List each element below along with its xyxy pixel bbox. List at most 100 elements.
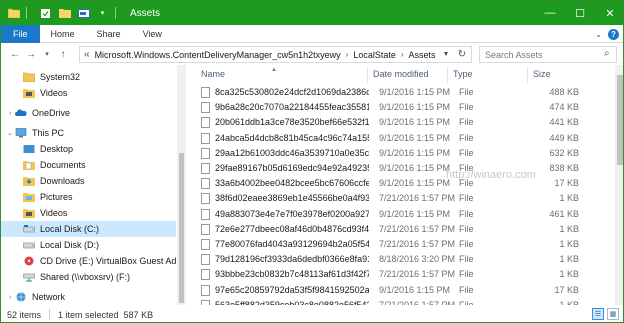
close-button[interactable]: ✕ xyxy=(595,1,623,25)
column-divider[interactable] xyxy=(367,67,368,83)
file-row[interactable]: 29fae89167b05d6169edc94e92a49235333... 9/… xyxy=(197,161,605,176)
file-date-modified: 9/1/2016 1:15 PM xyxy=(379,132,451,143)
file-name: 33a6b4002bee0482bcee5bc67606ccfe111... xyxy=(215,178,369,189)
file-date-modified: 9/1/2016 1:15 PM xyxy=(379,284,451,295)
rename-icon[interactable] xyxy=(77,7,90,20)
nav-item-network[interactable]: › Network xyxy=(1,289,176,305)
file-row[interactable]: 49a883073e4e7e7f0e3978ef0200a927a957... 9… xyxy=(197,207,605,222)
file-row[interactable]: 29aa12b61003ddc46a3539710a0e35c5737... 9/… xyxy=(197,146,605,161)
address-dropdown-icon[interactable]: ▼ xyxy=(439,47,453,62)
tab-view[interactable]: View xyxy=(132,25,173,43)
recent-locations-icon[interactable]: ▾ xyxy=(39,45,55,63)
file-row[interactable]: 97e65c20859792da53f5f9841592502afa285...… xyxy=(197,283,605,298)
chevron-right-icon[interactable]: › xyxy=(346,50,349,59)
network-drive-icon xyxy=(23,272,35,283)
file-row[interactable]: 79d128196cf3933da6dedbf0366e8fa91f34... 8… xyxy=(197,252,605,267)
column-header-date[interactable]: Date modified xyxy=(373,69,429,83)
column-header-size[interactable]: Size xyxy=(533,69,551,83)
window-title: Assets xyxy=(130,7,161,19)
breadcrumb-localstate[interactable]: LocalState xyxy=(353,50,396,60)
nav-item-local-disk-d[interactable]: Local Disk (D:) xyxy=(1,237,176,253)
column-divider[interactable] xyxy=(527,67,528,83)
column-header-type[interactable]: Type xyxy=(453,69,473,83)
large-icons-view-icon[interactable]: ▦ xyxy=(607,308,619,320)
file-row[interactable]: 8ca325c530802e24dcf2d1069da2386cf01a... 9… xyxy=(197,85,605,100)
forward-icon[interactable]: → xyxy=(23,45,39,63)
title-separator xyxy=(115,7,116,19)
file-list: Name ▲ Date modified Type Size 8ca325c53… xyxy=(191,65,623,305)
tab-home[interactable]: Home xyxy=(40,25,86,43)
file-date-modified: 9/1/2016 1:15 PM xyxy=(379,117,451,128)
nav-scrollbar[interactable] xyxy=(177,65,186,305)
tab-share[interactable]: Share xyxy=(86,25,132,43)
search-icon[interactable]: ⌕ xyxy=(604,48,610,59)
file-row[interactable]: 93bbbe23cb0832b7c48113af61d3f42f77fc... 7… xyxy=(197,267,605,282)
tab-file[interactable]: File xyxy=(1,24,40,43)
file-type: File xyxy=(459,163,474,173)
maximize-button[interactable]: ☐ xyxy=(565,1,595,25)
file-date-modified: 7/21/2016 1:57 PM xyxy=(379,193,456,204)
status-separator xyxy=(49,309,51,320)
nav-item-downloads[interactable]: Downloads xyxy=(1,173,176,189)
file-row[interactable]: 24abca5d4dcb8c81b45ca4c96c74a155384... 9/… xyxy=(197,131,605,146)
file-row[interactable]: 72e6e277dbeec08af46d0b4876cd93f46836... 7… xyxy=(197,222,605,237)
title-bar: ▾ Assets — ☐ ✕ xyxy=(1,1,623,25)
file-size: 1 KB xyxy=(559,193,579,204)
file-row[interactable]: 77e80076fad4043a93129694b2a05f543574... 7… xyxy=(197,237,605,252)
file-size: 1 KB xyxy=(559,254,579,265)
breadcrumb-assets[interactable]: Assets xyxy=(409,50,436,60)
file-type: File xyxy=(459,178,474,189)
chevron-right-icon[interactable]: › xyxy=(401,50,404,59)
search-input[interactable]: Search Assets xyxy=(479,46,617,63)
file-list-scrollbar[interactable] xyxy=(615,65,623,305)
help-icon[interactable]: ? xyxy=(608,28,619,40)
nav-item-documents[interactable]: Documents xyxy=(1,157,176,173)
nav-scrollbar-thumb[interactable] xyxy=(179,153,184,303)
folder-app-icon[interactable] xyxy=(7,7,20,20)
column-divider[interactable] xyxy=(447,67,448,83)
file-date-modified: 9/1/2016 1:15 PM xyxy=(379,102,451,113)
nav-item-shared-f[interactable]: Shared (\\vboxsrv) (F:) xyxy=(1,269,176,285)
nav-item-cd-drive-e[interactable]: CD Drive (E:) VirtualBox Guest Additions xyxy=(1,253,176,269)
up-icon[interactable]: ↑ xyxy=(55,45,71,63)
nav-item-videos-quick[interactable]: Videos xyxy=(1,85,176,101)
nav-item-onedrive[interactable]: › OneDrive xyxy=(1,105,176,121)
customize-qa-icon[interactable]: ▾ xyxy=(96,7,109,20)
navigation-pane: System32 Videos › OneDrive ⌄ This PC Des… xyxy=(1,65,186,305)
file-row[interactable]: 9b6a28c20c7070a22184455feac35581863e... 9… xyxy=(197,100,605,115)
file-size: 632 KB xyxy=(549,147,579,158)
properties-icon[interactable] xyxy=(39,7,52,20)
chevron-right-icon[interactable]: › xyxy=(5,294,15,301)
file-size: 474 KB xyxy=(549,102,579,113)
file-row[interactable]: 563e5ff882d359ceb03c8e0882e56f542905...7… xyxy=(197,298,605,305)
file-list-scrollbar-thumb[interactable] xyxy=(617,75,623,165)
refresh-icon[interactable]: ↻ xyxy=(455,47,469,62)
file-name: 29aa12b61003ddc46a3539710a0e35c5737... xyxy=(215,147,369,158)
minimize-button[interactable]: — xyxy=(535,1,565,25)
expand-ribbon-icon[interactable]: ⌄ xyxy=(595,30,602,39)
details-view-icon[interactable]: ☰ xyxy=(592,308,604,320)
nav-item-pictures[interactable]: Pictures xyxy=(1,189,176,205)
file-name: 49a883073e4e7e7f0e3978ef0200a927a957... xyxy=(215,208,369,219)
overflow-chevron[interactable]: « xyxy=(84,49,90,60)
file-date-modified: 7/21/2016 1:57 PM xyxy=(379,269,456,280)
column-header-name[interactable]: Name ▲ xyxy=(201,67,277,83)
explorer-window: ▾ Assets — ☐ ✕ File Home Share View ⌄ ? … xyxy=(0,0,624,323)
back-icon[interactable]: ← xyxy=(7,45,23,63)
address-bar[interactable]: « Microsoft.Windows.ContentDeliveryManag… xyxy=(79,46,472,63)
file-row[interactable]: 38f6d02eaee3869eb1e45566be0a4f935bad... 7… xyxy=(197,191,605,206)
chevron-right-icon[interactable]: › xyxy=(5,110,15,117)
chevron-down-icon[interactable]: ⌄ xyxy=(5,129,15,137)
qa-separator xyxy=(26,7,27,19)
file-row[interactable]: 33a6b4002bee0482bcee5bc67606ccfe111... 9/… xyxy=(197,176,605,191)
new-folder-icon[interactable] xyxy=(58,7,71,20)
nav-item-local-disk-c[interactable]: Local Disk (C:) xyxy=(1,221,176,237)
nav-item-desktop[interactable]: Desktop xyxy=(1,141,176,157)
breadcrumb-contentdeliverymanager[interactable]: Microsoft.Windows.ContentDeliveryManager… xyxy=(95,50,341,60)
nav-item-this-pc[interactable]: ⌄ This PC xyxy=(1,125,176,141)
file-row[interactable]: 20b061ddb1a3ce78e3520bef66e532f13ffb6...… xyxy=(197,115,605,130)
nav-item-system32[interactable]: System32 xyxy=(1,69,176,85)
ribbon-right: ⌄ ? xyxy=(595,25,619,43)
nav-item-videos[interactable]: Videos xyxy=(1,205,176,221)
file-date-modified: 9/1/2016 1:15 PM xyxy=(379,147,451,158)
